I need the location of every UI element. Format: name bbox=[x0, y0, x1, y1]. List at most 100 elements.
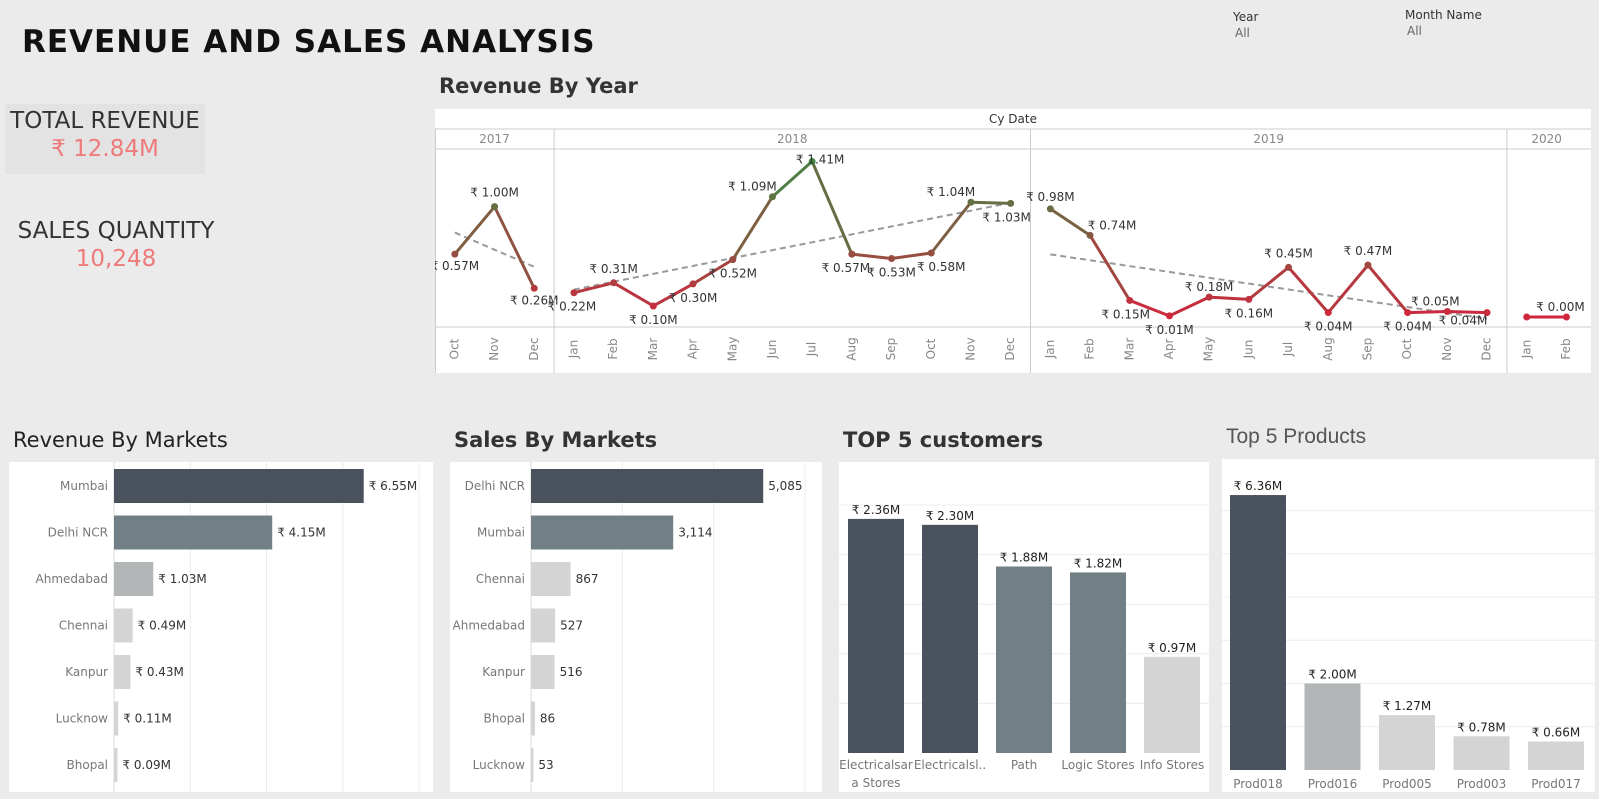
bar-prod018 bbox=[1230, 495, 1286, 770]
line-segment-2019 bbox=[1247, 266, 1290, 301]
line-point-2018-Jun bbox=[768, 193, 776, 201]
month-tick-2019-Jul: Jul bbox=[1281, 342, 1295, 357]
bar-prod003 bbox=[1453, 736, 1510, 770]
bar-value-label: ₹ 0.11M bbox=[123, 712, 172, 726]
category-label: Logic Stores bbox=[1061, 758, 1134, 772]
dashboard-title: REVENUE AND SALES ANALYSIS bbox=[22, 24, 596, 60]
category-label-mumbai: Mumbai bbox=[477, 526, 525, 540]
year-header-2017: 2017 bbox=[479, 132, 510, 146]
month-tick-2019-Aug: Aug bbox=[1321, 337, 1335, 360]
category-label-bhopal: Bhopal bbox=[484, 712, 525, 726]
bar-electricalsl- bbox=[922, 524, 978, 753]
month-tick-2019-May: May bbox=[1202, 337, 1216, 362]
category-label: a Stores bbox=[851, 776, 900, 790]
line-point-2018-Dec bbox=[1007, 199, 1015, 207]
line-segment-2019 bbox=[1407, 309, 1448, 315]
bar-value-label: 516 bbox=[560, 665, 583, 679]
bar-lucknow bbox=[114, 701, 119, 736]
data-label-2018-Aug: ₹ 0.57M bbox=[822, 261, 871, 275]
revenue-by-markets-svg: Mumbai ₹ 6.55M Delhi NCR ₹ 4.15M Ahmedabad ₹ … bbox=[36, 462, 420, 792]
line-segment-2017 bbox=[493, 205, 536, 289]
line-point-2018-Feb bbox=[610, 279, 618, 287]
category-label: Electricalsl.. bbox=[914, 758, 986, 772]
month-tick-2019-Nov: Nov bbox=[1440, 337, 1454, 360]
line-point-2019-Oct bbox=[1404, 309, 1412, 317]
sales-by-markets-svg: Delhi NCR 5,085 Mumbai 3,114 Chennai 867 Ahmed… bbox=[453, 462, 806, 792]
bar-kanpur bbox=[531, 655, 555, 689]
data-label-2019-Apr: ₹ 0.01M bbox=[1145, 323, 1194, 337]
line-point-2020-Jan bbox=[1523, 313, 1531, 321]
bar-ahmedabad bbox=[114, 562, 154, 596]
data-label-2017-Nov: ₹ 1.00M bbox=[470, 186, 519, 200]
filter-year[interactable]: Year All bbox=[1233, 10, 1383, 40]
line-segment-2019 bbox=[1366, 264, 1409, 314]
kpi-total-revenue-label: TOTAL REVENUE bbox=[10, 108, 200, 134]
category-label: Info Stores bbox=[1140, 758, 1205, 772]
line-segment-2019 bbox=[1287, 266, 1330, 314]
month-tick-2019-Jan: Jan bbox=[1043, 340, 1057, 360]
bar-value-label: 3,114 bbox=[678, 526, 712, 540]
bar-delhi-ncr bbox=[531, 469, 764, 503]
data-label-2018-Mar: ₹ 0.10M bbox=[629, 313, 678, 327]
revenue-by-markets-chart: Mumbai ₹ 6.55M Delhi NCR ₹ 4.15M Ahmedabad ₹ … bbox=[9, 462, 433, 792]
revenue-by-year-chart: Cy Date 2017 ₹ 0.57M Oct ₹ 1.00M Nov ₹ 0.26M De… bbox=[431, 109, 1591, 373]
month-tick-2019-Feb: Feb bbox=[1083, 338, 1097, 359]
bar-value-label: ₹ 6.36M bbox=[1234, 479, 1283, 493]
category-label: Prod005 bbox=[1382, 777, 1432, 791]
line-segment-2018 bbox=[731, 195, 774, 261]
line-segment-2018 bbox=[810, 160, 854, 255]
filter-month-name-value[interactable]: All bbox=[1405, 24, 1555, 38]
filter-month-name[interactable]: Month Name All bbox=[1405, 8, 1555, 38]
month-tick-2018-Apr: Apr bbox=[686, 339, 700, 360]
month-tick-2020-Feb: Feb bbox=[1559, 338, 1573, 359]
line-point-2019-Aug bbox=[1324, 309, 1332, 317]
line-segment-2019 bbox=[1088, 234, 1132, 302]
month-tick-2017-Dec: Dec bbox=[527, 337, 541, 360]
data-label-2019-Sep: ₹ 0.47M bbox=[1344, 244, 1393, 258]
data-label-2019-Jul: ₹ 0.45M bbox=[1264, 246, 1313, 260]
bar-value-label: ₹ 2.36M bbox=[852, 503, 901, 517]
bar-value-label: ₹ 4.15M bbox=[277, 526, 326, 540]
line-point-2019-Jun bbox=[1245, 295, 1253, 303]
data-label-2018-Oct: ₹ 0.58M bbox=[917, 260, 966, 274]
bar-path bbox=[996, 566, 1052, 753]
filter-year-label: Year bbox=[1233, 10, 1259, 24]
bar-info-stores bbox=[1144, 656, 1200, 753]
kpi-sales-quantity: SALES QUANTITY 10,248 bbox=[5, 214, 227, 272]
bar-value-label: ₹ 0.66M bbox=[1532, 725, 1581, 739]
revenue-by-year-title: Revenue By Year bbox=[439, 74, 638, 98]
month-tick-2018-Nov: Nov bbox=[963, 337, 977, 360]
data-label-2019-May: ₹ 0.18M bbox=[1185, 280, 1234, 294]
bar-value-label: ₹ 0.09M bbox=[122, 758, 171, 772]
sales-by-markets-chart: Delhi NCR 5,085 Mumbai 3,114 Chennai 867 Ahmed… bbox=[450, 462, 822, 792]
bar-value-label: ₹ 1.82M bbox=[1074, 556, 1123, 570]
category-label-kanpur: Kanpur bbox=[65, 665, 108, 679]
data-label-2018-Dec: ₹ 1.03M bbox=[982, 210, 1031, 224]
category-label-lucknow: Lucknow bbox=[473, 758, 526, 772]
month-tick-2018-Feb: Feb bbox=[606, 338, 620, 359]
revenue-by-markets-title: Revenue By Markets bbox=[13, 428, 228, 452]
line-point-2018-Jan bbox=[570, 289, 578, 297]
line-point-2017-Dec bbox=[530, 284, 538, 292]
month-tick-2020-Jan: Jan bbox=[1519, 340, 1533, 360]
line-point-2019-May bbox=[1205, 293, 1213, 301]
month-tick-2018-May: May bbox=[725, 337, 739, 362]
data-label-2019-Mar: ₹ 0.15M bbox=[1101, 307, 1150, 321]
line-segment-2018 bbox=[930, 201, 973, 254]
cy-date-header: Cy Date bbox=[989, 112, 1037, 126]
data-label-2017-Oct: ₹ 0.57M bbox=[435, 259, 479, 273]
bar-value-label: ₹ 0.78M bbox=[1457, 720, 1506, 734]
filter-month-name-label: Month Name bbox=[1405, 8, 1482, 22]
category-label-mumbai: Mumbai bbox=[60, 479, 108, 493]
filter-year-value[interactable]: All bbox=[1233, 26, 1383, 40]
top-products-chart: ₹ 6.36M Prod018 ₹ 2.00M Prod016 ₹ 1.27M Prod0… bbox=[1222, 459, 1595, 792]
category-label: Path bbox=[1011, 758, 1037, 772]
bar-value-label: 86 bbox=[540, 712, 555, 726]
bar-value-label: 53 bbox=[538, 758, 553, 772]
bar-ahmedabad bbox=[531, 608, 556, 643]
bar-value-label: ₹ 1.27M bbox=[1383, 699, 1432, 713]
month-tick-2018-Dec: Dec bbox=[1003, 337, 1017, 360]
month-tick-2019-Mar: Mar bbox=[1122, 338, 1136, 361]
kpi-total-revenue-value: ₹ 12.84M bbox=[51, 136, 159, 162]
month-tick-2019-Oct: Oct bbox=[1400, 338, 1414, 359]
